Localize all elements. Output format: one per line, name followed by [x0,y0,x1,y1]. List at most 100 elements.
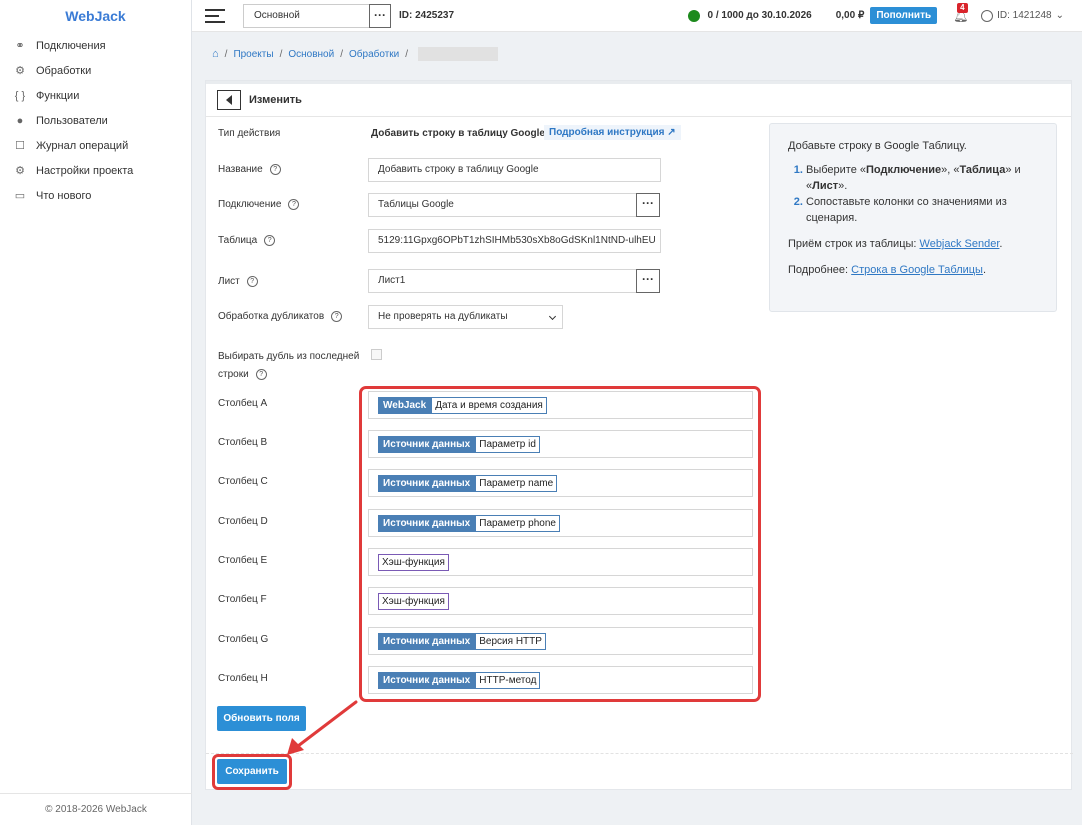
document-icon: ☐ [15,140,25,152]
sidebar-item-whats-new[interactable]: ▭ Что нового [0,183,191,208]
breadcrumb-project[interactable]: Основной [288,49,334,60]
help-icon[interactable]: ? [264,235,276,246]
sheet-label-row: Лист? [218,276,258,287]
instruction-link[interactable]: Подробная инструкция ↗ [544,125,681,140]
sidebar-item-connections[interactable]: ⚭ Подключения [0,33,191,58]
copyright: © 2018-2026 WebJack [0,793,192,815]
edit-card: Изменить Тип действия Добавить строку в … [205,80,1073,790]
info-step-bold: Таблица [959,164,1006,176]
info-intro: Добавьте строку в Google Таблицу. [788,140,967,152]
last-row-label-line1: Выбирать дубль из последней [218,351,360,362]
sidebar-item-label: Обработки [36,64,92,77]
sidebar-item-settings[interactable]: ⚙ Настройки проекта [0,158,191,183]
save-highlight [212,754,292,790]
project-more-button[interactable]: ··· [369,3,391,28]
link-icon: ⚭ [15,40,25,52]
gear-icon: ⚙ [15,165,25,177]
info-text: Приём строк из таблицы: [788,238,920,250]
sidebar: WebJack ⚭ Подключения ⚙ Обработки { } Фу… [0,0,192,825]
chevron-down-icon [548,312,557,321]
info-more: Подробнее: Строка в Google Таблицы. [788,262,1038,278]
balance: 0,00 ₽ [835,10,865,21]
sidebar-item-label: Пользователи [36,114,108,127]
table-label: Таблица [218,235,258,247]
info-step-text: », « [941,164,960,176]
help-icon[interactable]: ? [331,311,343,322]
sidebar-item-label: Подключения [36,39,106,52]
name-input[interactable]: Добавить строку в таблицу Google [368,158,661,182]
info-step-text: ». [838,180,848,192]
info-text: Подробнее: [788,264,852,276]
breadcrumb-current-blurred [418,47,499,61]
columns-highlight [359,386,761,702]
status-indicator [687,9,700,22]
menu-icon[interactable] [205,5,225,27]
connection-label: Подключение [218,199,282,211]
home-icon[interactable]: ⌂ [212,48,219,60]
refresh-fields-button[interactable]: Обновить поля [217,706,306,731]
quota-text: 0 / 1000 до 30.10.2026 [707,10,812,21]
duplicates-select[interactable]: Не проверять на дубликаты [368,305,563,329]
sheet-label: Лист [218,276,240,288]
column-c-label: Столбец C [218,476,268,487]
connection-more-button[interactable]: ··· [636,193,660,217]
column-h-label: Столбец H [218,673,268,684]
gear-icon: ⚙ [15,65,25,77]
action-type-value: Добавить строку в таблицу Google [371,128,545,139]
column-a-label: Столбец A [218,398,268,409]
help-icon[interactable]: ? [255,368,267,380]
topup-button[interactable]: Пополнить [870,7,938,24]
column-b-label: Столбец B [218,437,268,448]
name-label: Название [218,164,263,176]
breadcrumb-projects[interactable]: Проекты [233,49,273,60]
column-d-label: Столбец D [218,516,268,527]
help-icon[interactable]: ? [288,199,300,210]
info-step-bold: Подключение [866,164,942,176]
notification-badge: 4 [957,2,968,13]
sheet-input[interactable]: Лист1 [368,269,637,293]
logo[interactable]: WebJack [0,0,191,32]
braces-icon: { } [14,89,26,102]
user-id: ID: 1421248 [997,10,1052,21]
card-title: Изменить [249,94,302,106]
last-row-label: Выбирать дубль из последней строки? [218,348,359,384]
info-text: . [999,238,1003,250]
project-id: ID: 2425237 [399,10,455,21]
table-input[interactable]: 5129:11Gpxg6OPbT1zhSIHMb530sXb8oGdSKnl1N… [368,229,661,253]
connection-input[interactable]: Таблицы Google [368,193,637,217]
user-menu[interactable]: ID: 1421248 ⌄ [981,9,1064,22]
sidebar-item-processing[interactable]: ⚙ Обработки [0,58,191,83]
table-label-row: Таблица? [218,235,276,247]
info-panel: Добавьте строку в Google Таблицу. Выбери… [769,123,1057,312]
sidebar-item-label: Журнал операций [36,139,129,152]
last-row-checkbox[interactable] [371,349,382,360]
project-select[interactable]: Основной [243,3,369,28]
dup-label: Обработка дубликатов [218,311,325,323]
info-receive: Приём строк из таблицы: Webjack Sender. [788,236,1038,252]
connection-label-row: Подключение? [218,199,300,211]
info-step-text: Выберите « [806,164,867,176]
name-label-row: Название? [218,164,281,175]
help-icon[interactable]: ? [246,276,258,287]
dup-label-row: Обработка дубликатов? [218,311,343,323]
sidebar-item-users[interactable]: ● Пользователи [0,108,191,133]
sidebar-item-label: Что нового [36,189,92,202]
breadcrumb-processing[interactable]: Обработки [349,49,399,60]
sheet-more-button[interactable]: ··· [636,269,660,293]
breadcrumb: ⌂ / Проекты / Основной / Обработки / [212,47,499,61]
help-icon[interactable]: ? [269,164,281,175]
sidebar-item-functions[interactable]: { } Функции [0,83,191,108]
bell-icon[interactable]: 🔔︎ 4 [953,2,968,23]
action-type-label: Тип действия [218,128,281,139]
column-e-label: Столбец E [218,555,268,566]
info-step-bold: Лист [812,180,839,192]
calendar-icon: ▭ [14,190,26,202]
info-step-1: Выберите «Подключение», «Таблица» и «Лис… [806,162,1038,194]
sender-link[interactable]: Webjack Sender [920,238,1000,250]
top-header: Основной ··· ID: 2425237 0 / 1000 до 30.… [192,0,1082,32]
sidebar-item-log[interactable]: ☐ Журнал операций [0,133,191,158]
sidebar-item-label: Функции [36,89,80,102]
docs-link[interactable]: Строка в Google Таблицы [851,264,983,276]
back-arrow-icon [226,95,232,105]
back-button[interactable] [217,90,241,110]
